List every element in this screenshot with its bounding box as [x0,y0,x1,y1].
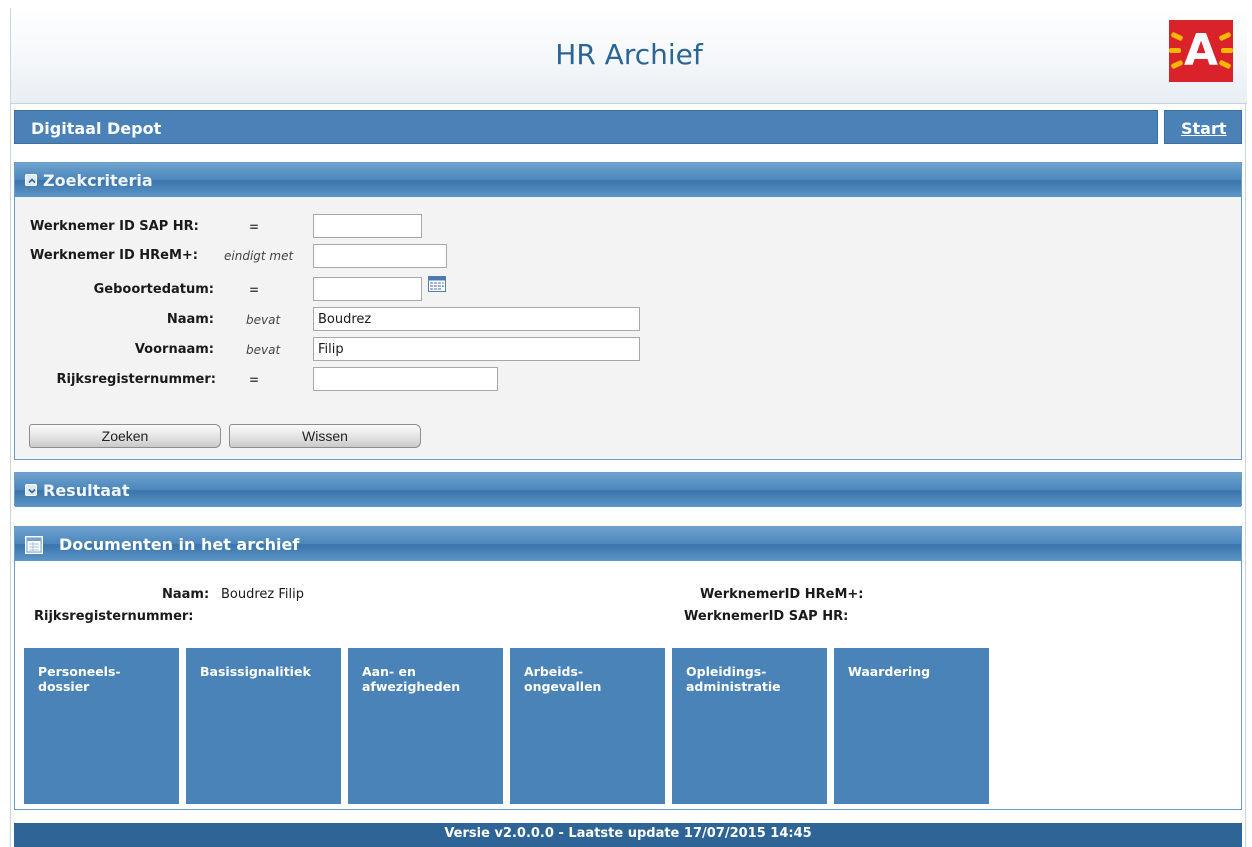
name-input[interactable] [313,307,640,331]
rijksregister-operator: = [249,373,260,387]
hrem-id-label: Werknemer ID HReM+: [30,248,199,263]
rijksregister-label: Rijksregisternummer: [56,372,216,387]
tile-personeelsdossier[interactable]: Personeels- dossier [24,648,179,804]
name-operator: bevat [246,313,281,327]
info-sap-label: WerknemerID SAP HR: [684,609,849,624]
tile-waardering[interactable]: Waardering [834,648,989,804]
tile-label: Aan- en afwezigheden [362,664,461,694]
search-button[interactable]: Zoeken [29,424,221,448]
info-naam-value: Boudrez Filip [221,587,304,602]
nav-bar: Digitaal Depot [14,110,1158,144]
tile-basissignalitiek[interactable]: Basissignalitiek [186,648,341,804]
rijksregister-input[interactable] [313,367,498,391]
sap-id-input[interactable] [313,214,422,238]
documents-icon [25,536,43,554]
info-hrem-label: WerknemerID HReM+: [700,587,864,602]
start-link[interactable]: Start [1181,119,1227,138]
tile-label: Personeels- dossier [38,664,121,694]
search-panel-header[interactable]: Zoekcriteria [15,163,1241,197]
collapse-icon[interactable] [25,174,37,186]
firstname-input[interactable] [313,337,640,361]
calendar-icon[interactable] [428,276,446,292]
tile-label: Waardering [848,664,931,679]
hrem-id-operator: eindigt met [224,249,294,263]
info-rijksregister-label: Rijksregisternummer: [34,609,194,624]
search-panel-title: Zoekcriteria [43,171,153,190]
firstname-operator: bevat [246,343,281,357]
app-title: HR Archief [555,38,703,71]
tile-arbeidsongevallen[interactable]: Arbeids- ongevallen [510,648,665,804]
nav-title: Digitaal Depot [31,119,162,138]
sap-id-operator: = [249,220,260,234]
result-panel: Resultaat [14,472,1242,507]
start-nav: Start [1164,110,1242,144]
documents-panel-header: Documenten in het archief [15,527,1241,561]
sap-id-label: Werknemer ID SAP HR: [30,219,199,234]
birthdate-label: Geboortedatum: [93,282,214,297]
tile-label: Arbeids- ongevallen [524,664,602,694]
tile-label: Opleidings- administratie [686,664,781,694]
expand-icon[interactable] [25,484,37,496]
version-text: Versie v2.0.0.0 - Laatste update 17/07/2… [444,826,812,841]
name-label: Naam: [166,312,214,327]
tile-label: Basissignalitiek [200,664,311,679]
app-header: HR Archief A [11,8,1247,104]
birthdate-operator: = [249,283,260,297]
tile-aan-afwezigheden[interactable]: Aan- en afwezigheden [348,648,503,804]
clear-button[interactable]: Wissen [229,424,421,448]
result-panel-title: Resultaat [43,481,130,500]
result-panel-header[interactable]: Resultaat [15,473,1241,507]
logo-letter: A [1183,25,1219,76]
documents-panel-title: Documenten in het archief [59,535,300,554]
logo: A [1169,20,1233,82]
firstname-label: Voornaam: [134,342,214,357]
footer: Versie v2.0.0.0 - Laatste update 17/07/2… [14,823,1242,847]
info-naam-label: Naam: [162,587,210,602]
hrem-id-input[interactable] [313,244,447,268]
tile-opleidingsadministratie[interactable]: Opleidings- administratie [672,648,827,804]
birthdate-input[interactable] [313,277,422,301]
